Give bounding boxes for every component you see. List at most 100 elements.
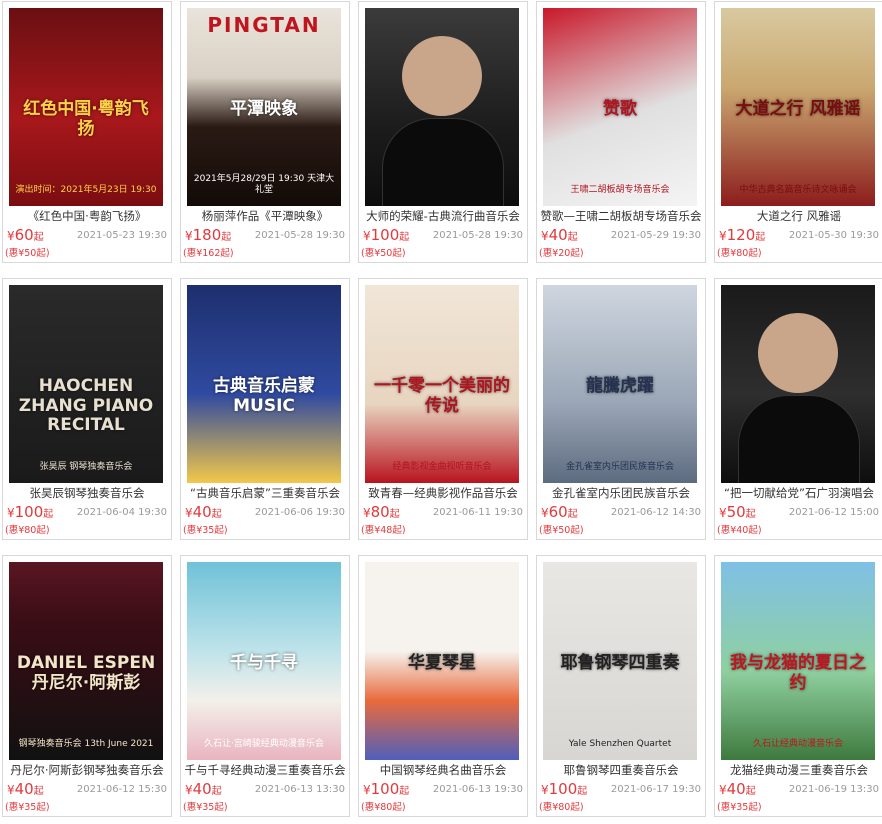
price-value: 40	[14, 780, 34, 798]
event-card[interactable]: “把一切献给党”石广羽演唱会 ¥50起 2021-06-12 15:00 (惠¥40起…	[714, 278, 882, 540]
event-poster-image[interactable]: 我与龙猫的夏日之约 久石让经典动漫音乐会	[721, 562, 875, 760]
price-value: 40	[726, 780, 746, 798]
member-discount-price: (惠¥35起)	[183, 802, 228, 813]
event-poster-image[interactable]: 大道之行 风雅谣 中华古典名篇音乐诗文咏诵会	[721, 8, 875, 206]
event-datetime: 2021-05-28 19:30	[432, 230, 523, 241]
event-title-link[interactable]: 千与千寻经典动漫三重奏音乐会	[183, 762, 347, 778]
price-value: 80	[370, 503, 390, 521]
event-poster-image[interactable]: PINGTAN 平潭映象 2021年5月28/29日 19:30 天津大礼堂	[187, 8, 341, 206]
event-poster-image[interactable]	[721, 285, 875, 483]
event-title-link[interactable]: 中国钢琴经典名曲音乐会	[361, 762, 525, 778]
event-poster-image[interactable]: 千与千寻 久石让·宫崎骏经典动漫音乐会	[187, 562, 341, 760]
poster-banner-text: PINGTAN	[207, 13, 321, 37]
currency-symbol: ¥	[363, 229, 371, 243]
event-datetime: 2021-06-12 14:30	[610, 507, 701, 518]
event-title-link[interactable]: 大道之行 风雅谣	[717, 208, 881, 224]
price-value: 60	[548, 503, 568, 521]
event-poster-image[interactable]: HAOCHEN ZHANG PIANO RECITAL 张昊辰 钢琴独奏音乐会	[9, 285, 163, 483]
price-value: 40	[192, 503, 212, 521]
event-title-link[interactable]: 金孔雀室内乐团民族音乐会	[539, 485, 703, 501]
currency-symbol: ¥	[541, 506, 549, 520]
price-from-suffix: 起	[221, 232, 232, 243]
event-card[interactable]: 古典音乐启蒙 MUSIC “古典音乐启蒙”三重奏音乐会 ¥40起 2021-06-06…	[180, 278, 350, 540]
poster-subtitle-text: 张昊辰 钢琴独奏音乐会	[39, 462, 133, 473]
price-from-suffix: 起	[33, 232, 44, 243]
member-discount-price: (惠¥80起)	[717, 248, 762, 259]
event-card[interactable]: DANIEL ESPEN 丹尼尔·阿斯彭 钢琴独奏音乐会 13th June 20…	[2, 555, 172, 817]
poster-title-text: 大道之行 风雅谣	[735, 99, 861, 119]
price-from-suffix: 起	[755, 232, 766, 243]
poster-title-text: 古典音乐启蒙 MUSIC	[213, 376, 315, 416]
event-price: ¥40起	[185, 780, 222, 798]
performer-photo	[402, 36, 482, 116]
currency-symbol: ¥	[719, 229, 727, 243]
event-poster-image[interactable]: 一千零一个美丽的传说 经典影视金曲视听音乐会	[365, 285, 519, 483]
event-title-link[interactable]: 龙猫经典动漫三重奏音乐会	[717, 762, 881, 778]
event-title-link[interactable]: “古典音乐启蒙”三重奏音乐会	[183, 485, 347, 501]
event-card[interactable]: 华夏琴星 中国钢琴经典名曲音乐会 ¥100起 2021-06-13 19:30 (惠¥8…	[358, 555, 528, 817]
price-value: 100	[548, 780, 578, 798]
event-price: ¥60起	[7, 226, 44, 244]
event-price: ¥40起	[185, 503, 222, 521]
event-card[interactable]: 耶鲁钢琴四重奏 Yale Shenzhen Quartet 耶鲁钢琴四重奏音乐会 ¥1…	[536, 555, 706, 817]
event-grid: 红色中国·粤韵飞扬 演出时间：2021年5月23日 19:30 《红色中国·粤韵飞扬…	[0, 0, 882, 824]
event-card[interactable]: 我与龙猫的夏日之约 久石让经典动漫音乐会 龙猫经典动漫三重奏音乐会 ¥40起 2021-…	[714, 555, 882, 817]
event-card[interactable]: 一千零一个美丽的传说 经典影视金曲视听音乐会 致青春—经典影视作品音乐会 ¥80起 20…	[358, 278, 528, 540]
event-poster-image[interactable]	[365, 8, 519, 206]
member-discount-price: (惠¥35起)	[5, 802, 50, 813]
poster-title-text: HAOCHEN ZHANG PIANO RECITAL	[18, 376, 154, 436]
event-title-link[interactable]: 杨丽萍作品《平潭映象》	[183, 208, 347, 224]
price-value: 120	[726, 226, 756, 244]
event-poster-image[interactable]: 赞歌 王啸二胡板胡专场音乐会	[543, 8, 697, 206]
event-poster-image[interactable]: 耶鲁钢琴四重奏 Yale Shenzhen Quartet	[543, 562, 697, 760]
event-price: ¥100起	[363, 780, 409, 798]
currency-symbol: ¥	[7, 783, 15, 797]
price-value: 100	[370, 780, 400, 798]
event-title-link[interactable]: 致青春—经典影视作品音乐会	[361, 485, 525, 501]
event-card[interactable]: 大道之行 风雅谣 中华古典名篇音乐诗文咏诵会 大道之行 风雅谣 ¥120起 2021-0…	[714, 1, 882, 263]
poster-subtitle-text: 金孔雀室内乐团民族音乐会	[565, 462, 674, 473]
poster-title-text: 华夏琴星	[408, 653, 476, 673]
event-datetime: 2021-06-17 19:30	[610, 784, 701, 795]
event-title-link[interactable]: 耶鲁钢琴四重奏音乐会	[539, 762, 703, 778]
event-poster-image[interactable]: 华夏琴星	[365, 562, 519, 760]
event-title-link[interactable]: 张昊辰钢琴独奏音乐会	[5, 485, 169, 501]
event-price: ¥120起	[719, 226, 765, 244]
performer-photo	[758, 313, 838, 393]
event-price: ¥60起	[541, 503, 578, 521]
poster-subtitle-text: 久石让经典动漫音乐会	[752, 739, 843, 750]
event-price: ¥80起	[363, 503, 400, 521]
event-poster-image[interactable]: DANIEL ESPEN 丹尼尔·阿斯彭 钢琴独奏音乐会 13th June 20…	[9, 562, 163, 760]
event-price: ¥180起	[185, 226, 231, 244]
price-from-suffix: 起	[745, 509, 756, 520]
event-card[interactable]: HAOCHEN ZHANG PIANO RECITAL 张昊辰 钢琴独奏音乐会张昊…	[2, 278, 172, 540]
event-card[interactable]: PINGTAN 平潭映象 2021年5月28/29日 19:30 天津大礼堂杨丽萍作…	[180, 1, 350, 263]
member-discount-price: (惠¥80起)	[5, 525, 50, 536]
event-card[interactable]: 千与千寻 久石让·宫崎骏经典动漫音乐会千与千寻经典动漫三重奏音乐会 ¥40起 2021…	[180, 555, 350, 817]
price-from-suffix: 起	[389, 509, 400, 520]
event-title-link[interactable]: 大师的荣耀-古典流行曲音乐会	[361, 208, 525, 224]
price-from-suffix: 起	[43, 509, 54, 520]
event-card[interactable]: 赞歌 王啸二胡板胡专场音乐会 赞歌—王啸二胡板胡专场音乐会 ¥40起 2021-05-2…	[536, 1, 706, 263]
event-datetime: 2021-06-13 13:30	[254, 784, 345, 795]
event-datetime: 2021-05-23 19:30	[76, 230, 167, 241]
poster-subtitle-text: 久石让·宫崎骏经典动漫音乐会	[204, 739, 324, 750]
member-discount-price: (惠¥80起)	[539, 802, 584, 813]
event-card[interactable]: 龍騰虎躍 金孔雀室内乐团民族音乐会 金孔雀室内乐团民族音乐会 ¥60起 2021-06-…	[536, 278, 706, 540]
event-title-link[interactable]: 《红色中国·粤韵飞扬》	[5, 208, 169, 224]
event-poster-image[interactable]: 红色中国·粤韵飞扬 演出时间：2021年5月23日 19:30	[9, 8, 163, 206]
price-value: 50	[726, 503, 746, 521]
event-title-link[interactable]: 赞歌—王啸二胡板胡专场音乐会	[539, 208, 703, 224]
event-poster-image[interactable]: 古典音乐启蒙 MUSIC	[187, 285, 341, 483]
event-title-link[interactable]: “把一切献给党”石广羽演唱会	[717, 485, 881, 501]
event-card[interactable]: 大师的荣耀-古典流行曲音乐会 ¥100起 2021-05-28 19:30 (惠¥50…	[358, 1, 528, 263]
event-datetime: 2021-06-13 19:30	[432, 784, 523, 795]
event-title-link[interactable]: 丹尼尔·阿斯彭钢琴独奏音乐会	[5, 762, 169, 778]
price-from-suffix: 起	[211, 786, 222, 797]
event-poster-image[interactable]: 龍騰虎躍 金孔雀室内乐团民族音乐会	[543, 285, 697, 483]
price-from-suffix: 起	[211, 509, 222, 520]
event-card[interactable]: 红色中国·粤韵飞扬 演出时间：2021年5月23日 19:30 《红色中国·粤韵飞扬…	[2, 1, 172, 263]
currency-symbol: ¥	[363, 506, 371, 520]
currency-symbol: ¥	[363, 783, 371, 797]
price-from-suffix: 起	[399, 786, 410, 797]
